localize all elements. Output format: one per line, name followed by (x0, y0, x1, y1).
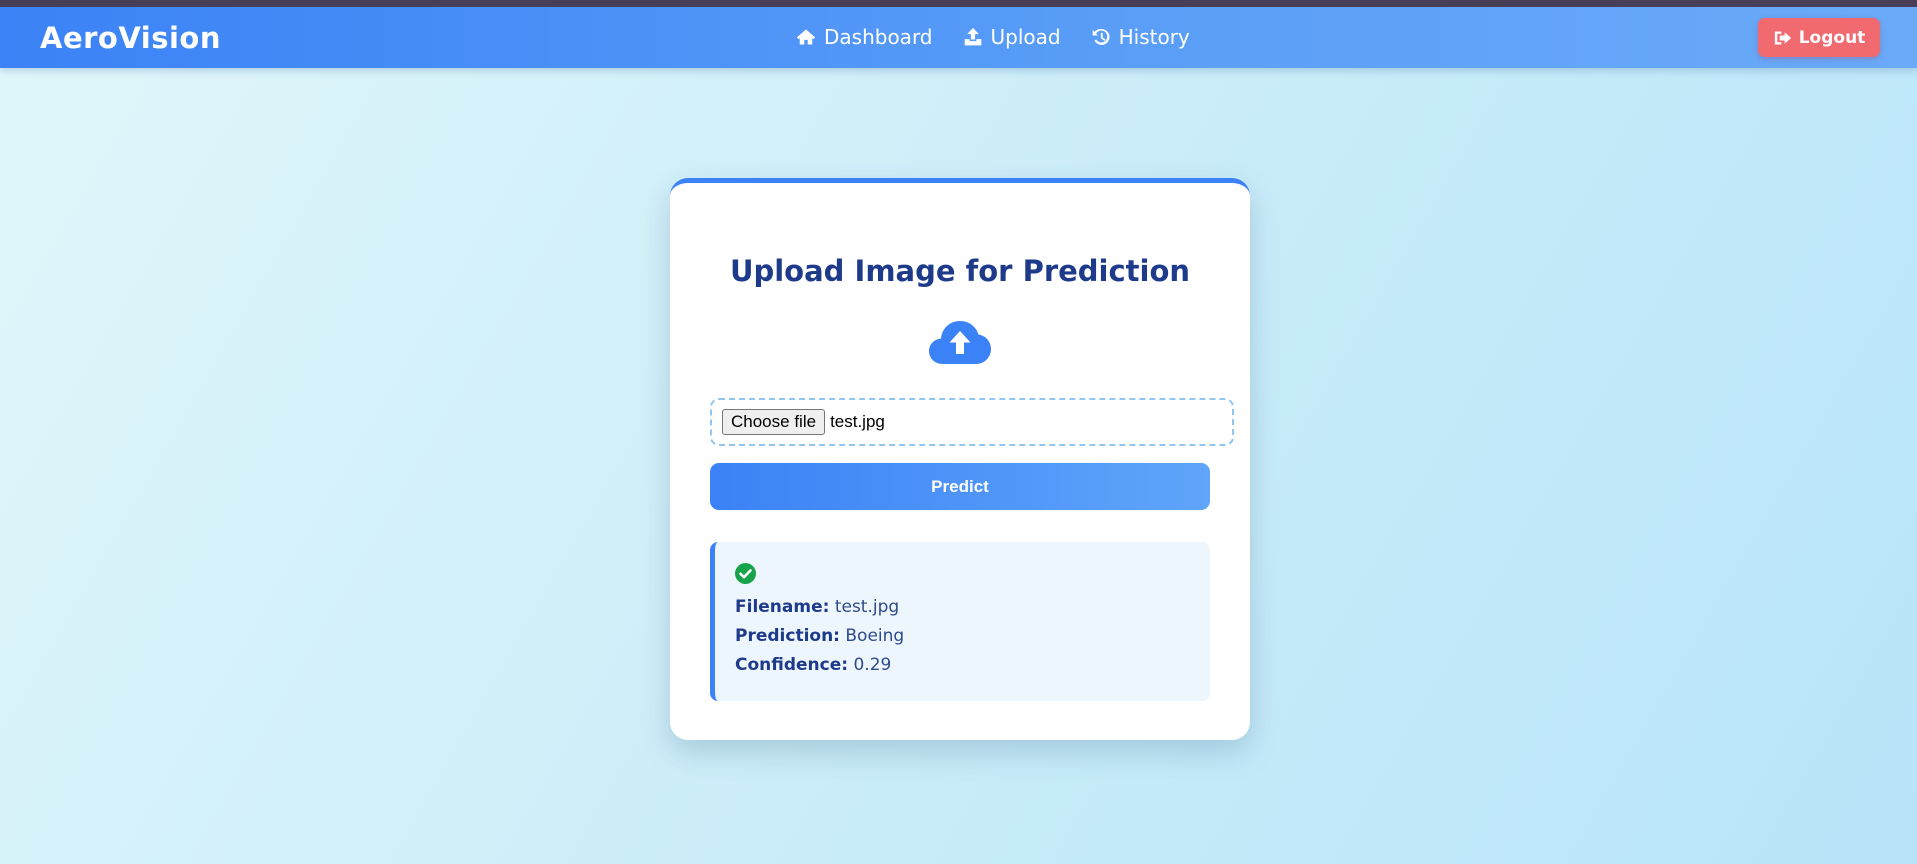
nav-item-upload[interactable]: Upload (963, 25, 1061, 49)
selected-file-name: test.jpg (830, 412, 885, 431)
window-top-strip (0, 0, 1917, 7)
nav-links: Dashboard Upload History (796, 25, 1190, 49)
upload-card: Upload Image for Prediction Choose file … (670, 178, 1250, 740)
result-filename: Filename: test.jpg (735, 597, 899, 617)
nav-item-label: Upload (990, 25, 1061, 49)
home-icon (796, 29, 816, 45)
check-circle-icon (735, 563, 756, 584)
nav-item-label: Dashboard (824, 25, 933, 49)
confidence-label: Confidence: (735, 655, 849, 675)
result-prediction: Prediction: Boeing (735, 626, 904, 646)
nav-item-dashboard[interactable]: Dashboard (796, 25, 933, 49)
page-title: Upload Image for Prediction (729, 254, 1191, 288)
filename-label: Filename: (735, 597, 830, 617)
result-confidence: Confidence: 0.29 (735, 655, 891, 675)
confidence-value: 0.29 (853, 655, 892, 675)
cloud-upload-icon (929, 321, 991, 364)
brand-logo[interactable]: AeroVision (40, 21, 221, 55)
sign-out-icon (1774, 30, 1791, 45)
nav-item-label: History (1118, 25, 1190, 49)
navbar: AeroVision Dashboard Upload History Logo… (0, 7, 1917, 68)
predict-button[interactable]: Predict (710, 463, 1210, 510)
logout-button[interactable]: Logout (1758, 18, 1880, 57)
choose-file-button[interactable]: Choose file (722, 409, 826, 435)
file-input-dropzone[interactable]: Choose file test.jpg (710, 398, 1234, 446)
filename-value: test.jpg (834, 597, 900, 617)
upload-icon (964, 27, 981, 46)
nav-item-history[interactable]: History (1091, 25, 1190, 49)
prediction-label: Prediction: (735, 626, 840, 646)
prediction-result: Filename: test.jpg Prediction: Boeing Co… (710, 542, 1210, 701)
prediction-value: Boeing (845, 626, 905, 646)
logout-label: Logout (1798, 27, 1866, 48)
history-icon (1092, 28, 1110, 45)
